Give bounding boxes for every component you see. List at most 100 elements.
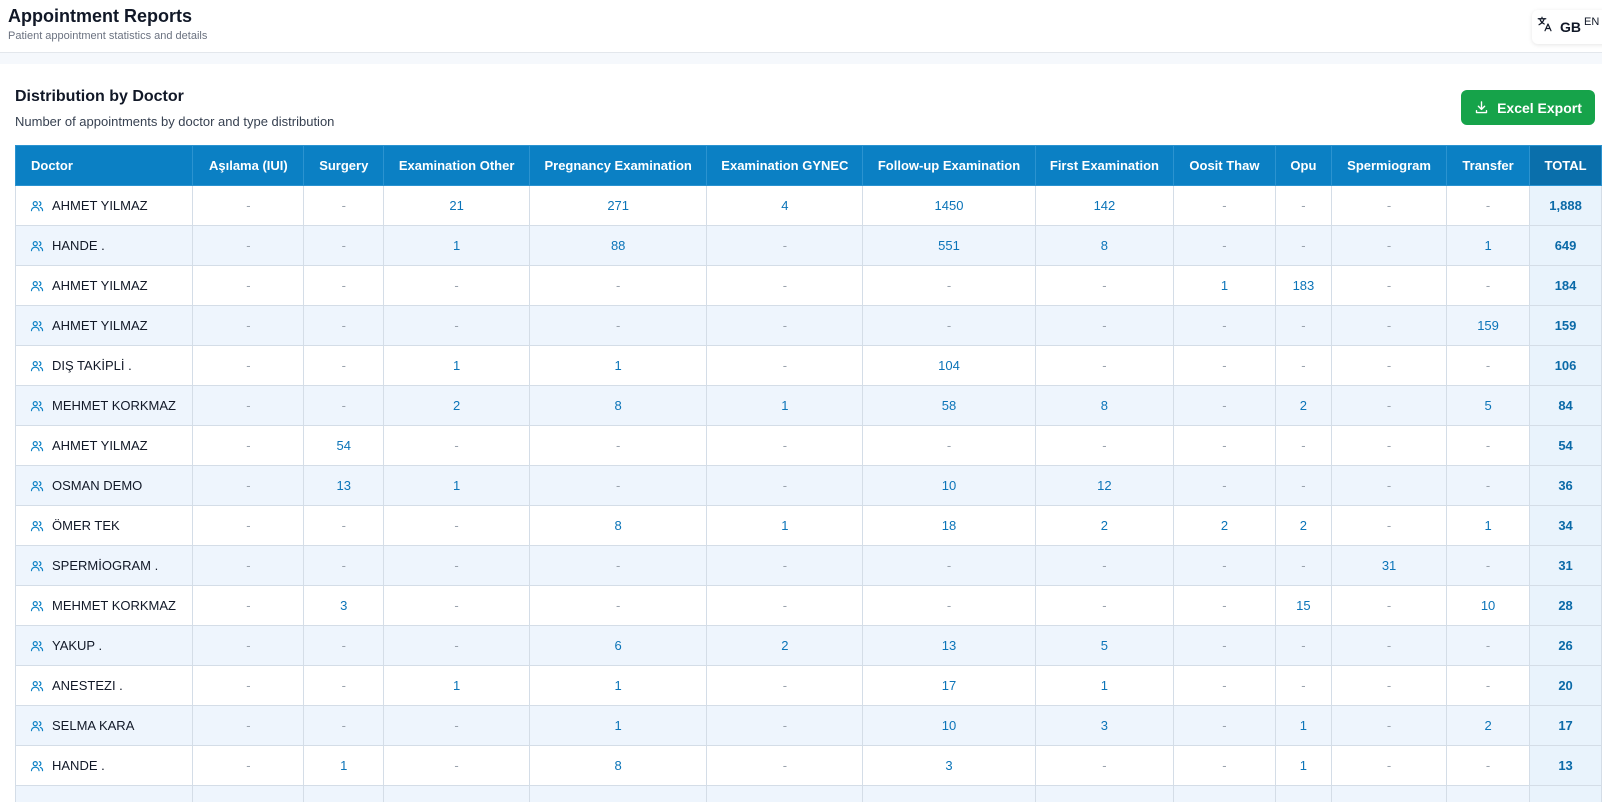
column-header[interactable]: Follow-up Examination xyxy=(862,145,1036,186)
count-cell: 15 xyxy=(1274,585,1333,626)
count-cell: - xyxy=(383,705,530,746)
table-row[interactable]: ANESTEZI . - -1 1-17 1- - - -20 xyxy=(15,665,1602,706)
count-cell: 3 xyxy=(862,745,1036,786)
table-row[interactable]: YAKUP . - - -6 2 13 5- - - -26 xyxy=(15,625,1602,666)
table-row[interactable]: DIŞ TAKİPLİ . - -1 1-104- - - - -106 xyxy=(15,345,1602,386)
count-cell: - xyxy=(192,305,305,346)
language-selector[interactable]: GB EN xyxy=(1532,10,1602,44)
count-cell xyxy=(1331,785,1448,802)
count-cell xyxy=(1173,785,1276,802)
count-cell: 4 xyxy=(706,185,864,226)
doctor-name: ÖMER TEK xyxy=(52,518,120,533)
count-cell: 3 xyxy=(303,585,385,626)
doctor-name: SPERMİOGRAM . xyxy=(52,558,159,573)
total-cell: 106 xyxy=(1529,345,1602,386)
column-header[interactable]: Spermiogram xyxy=(1331,145,1448,186)
count-cell: - xyxy=(192,225,305,266)
count-cell xyxy=(1274,785,1333,802)
doctor-cell: SPERMİOGRAM . xyxy=(15,545,194,586)
total-cell: 28 xyxy=(1529,585,1602,626)
count-cell: - xyxy=(1034,265,1175,306)
count-cell: - xyxy=(383,745,530,786)
count-cell: - xyxy=(383,625,530,666)
count-cell: - xyxy=(528,425,708,466)
doctor-name: AHMET YILMAZ xyxy=(52,198,148,213)
column-header[interactable]: Examination Other xyxy=(383,145,530,186)
count-cell: 8 xyxy=(528,505,708,546)
column-header[interactable]: Oosit Thaw xyxy=(1173,145,1276,186)
count-cell: - xyxy=(706,705,864,746)
count-cell: - xyxy=(862,585,1036,626)
table-row[interactable]: HANDE . - -1 88-551 8- - -1 649 xyxy=(15,225,1602,266)
table-row[interactable]: AHMET YILMAZ - - - - - - - - - -159 159 xyxy=(15,305,1602,346)
column-header[interactable]: Doctor xyxy=(15,145,194,186)
table-row[interactable]: MEHMET KORKMAZ -3- - - - - -15-10 28 xyxy=(15,585,1602,626)
column-header[interactable]: First Examination xyxy=(1034,145,1175,186)
table-row[interactable]: HANDE . -1-8-3- -1- -13 xyxy=(15,745,1602,786)
count-cell: 1 xyxy=(528,345,708,386)
table-row[interactable]: AHMET YILMAZ -54- - - - - - - - -54 xyxy=(15,425,1602,466)
count-cell: - xyxy=(303,505,385,546)
table-row[interactable] xyxy=(15,785,1602,802)
count-cell: - xyxy=(1173,585,1276,626)
column-header[interactable]: Aşılama (IUI) xyxy=(192,145,305,186)
doctor-name: OSMAN DEMO xyxy=(52,478,143,493)
table-row[interactable]: AHMET YILMAZ - -21 271 4 1450 142- - - -1,888 xyxy=(15,185,1602,226)
count-cell: - xyxy=(1446,265,1531,306)
total-cell: 13 xyxy=(1529,745,1602,786)
count-cell: 58 xyxy=(862,385,1036,426)
count-cell: - xyxy=(706,545,864,586)
count-cell: - xyxy=(1173,545,1276,586)
language-code: EN xyxy=(1584,16,1600,28)
count-cell: 142 xyxy=(1034,185,1175,226)
excel-export-button[interactable]: Excel Export xyxy=(1461,90,1595,125)
table-row[interactable]: AHMET YILMAZ - - - - - - -1 183- -184 xyxy=(15,265,1602,306)
count-cell: 1 xyxy=(1173,265,1276,306)
doctor-cell: AHMET YILMAZ xyxy=(15,185,194,226)
count-cell: - xyxy=(192,665,305,706)
column-header[interactable]: TOTAL xyxy=(1529,145,1602,186)
table-row[interactable]: OSMAN DEMO -13 1- -10 12- - - -36 xyxy=(15,465,1602,506)
distribution-table-wrapper[interactable]: Doctor Aşılama (IUI) Surgery Examination Ot… xyxy=(15,145,1602,802)
doctor-name: SELMA KARA xyxy=(52,718,135,733)
column-header[interactable]: Surgery xyxy=(303,145,385,186)
count-cell: - xyxy=(1173,705,1276,746)
count-cell: 13 xyxy=(862,625,1036,666)
count-cell: - xyxy=(192,385,305,426)
doctor-cell xyxy=(15,785,194,802)
doctor-cell: SELMA KARA xyxy=(15,705,194,746)
count-cell: 271 xyxy=(528,185,708,226)
table-row[interactable]: SPERMİOGRAM . - - - - - - - - -31-31 xyxy=(15,545,1602,586)
count-cell: - xyxy=(1173,425,1276,466)
doctor-name: AHMET YILMAZ xyxy=(52,318,148,333)
count-cell: - xyxy=(1274,185,1333,226)
count-cell xyxy=(862,785,1036,802)
doctor-cell: YAKUP . xyxy=(15,625,194,666)
column-header[interactable]: Pregnancy Examination xyxy=(528,145,708,186)
count-cell: 17 xyxy=(862,665,1036,706)
users-icon xyxy=(30,279,44,293)
count-cell: - xyxy=(303,225,385,266)
count-cell: - xyxy=(528,265,708,306)
count-cell: - xyxy=(1331,425,1448,466)
users-icon xyxy=(30,199,44,213)
table-row[interactable]: SELMA KARA - - -1-10 3-1-2 17 xyxy=(15,705,1602,746)
count-cell: - xyxy=(706,745,864,786)
count-cell: 12 xyxy=(1034,465,1175,506)
count-cell: - xyxy=(303,305,385,346)
doctor-cell: MEHMET KORKMAZ xyxy=(15,385,194,426)
column-header[interactable]: Opu xyxy=(1274,145,1333,186)
count-cell: - xyxy=(192,745,305,786)
count-cell: - xyxy=(706,425,864,466)
count-cell: 10 xyxy=(1446,585,1531,626)
count-cell xyxy=(303,785,385,802)
table-row[interactable]: ÖMER TEK - - -8 1 18 2 2 2-1 34 xyxy=(15,505,1602,546)
column-header[interactable]: Examination GYNEC xyxy=(706,145,864,186)
table-row[interactable]: MEHMET KORKMAZ - -2 8 1 58 8-2-5 84 xyxy=(15,385,1602,426)
count-cell: 88 xyxy=(528,225,708,266)
count-cell: 8 xyxy=(528,385,708,426)
count-cell: - xyxy=(1274,545,1333,586)
count-cell: 10 xyxy=(862,465,1036,506)
count-cell: 2 xyxy=(1173,505,1276,546)
column-header[interactable]: Transfer xyxy=(1446,145,1531,186)
